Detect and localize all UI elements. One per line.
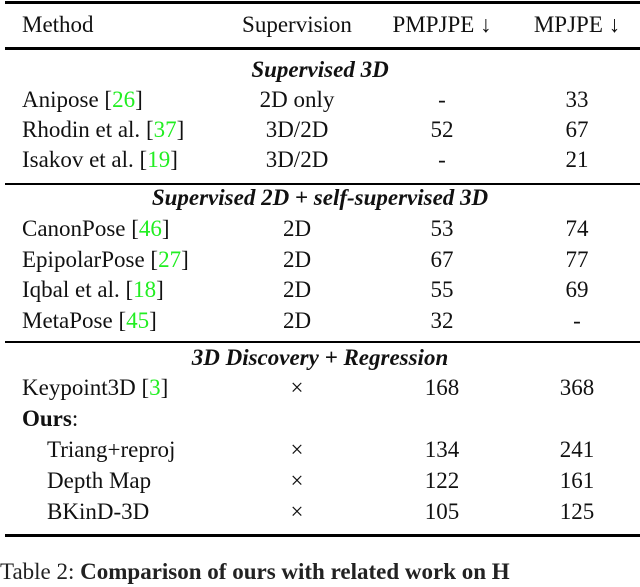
mpjpe-cell: 161	[559, 468, 595, 493]
bottom-rule	[5, 534, 640, 537]
method-cell: Anipose [26]	[22, 87, 143, 112]
header-method: Method	[22, 12, 94, 37]
mpjpe-cell: 69	[565, 277, 589, 302]
citation-link[interactable]: 46	[139, 216, 162, 241]
header-mpjpe: MPJPE ↓	[533, 12, 621, 37]
method-cell: BKinD-3D	[47, 499, 150, 524]
citation-link[interactable]: 19	[147, 147, 170, 172]
supervision-cell: 2D	[282, 216, 312, 241]
pmpjpe-cell: 32	[430, 308, 454, 333]
citation-link[interactable]: 45	[126, 308, 149, 333]
header-rule	[5, 47, 640, 50]
mpjpe-cell: 21	[565, 147, 589, 172]
section-title-supervised-3d: Supervised 3D	[251, 57, 389, 82]
supervision-cell: 2D	[282, 247, 312, 272]
mpjpe-cell: 74	[565, 216, 589, 241]
ours-label-colon: :	[71, 406, 79, 431]
method-cell: MetaPose [45]	[22, 308, 157, 333]
pmpjpe-cell: 168	[424, 375, 460, 400]
citation-link[interactable]: 3	[149, 375, 161, 400]
ours-label-text: Ours	[22, 406, 72, 431]
method-name: Rhodin et al.	[22, 117, 141, 142]
supervision-cell: ×	[290, 437, 304, 462]
citation-link[interactable]: 18	[133, 277, 156, 302]
pmpjpe-cell: 53	[430, 216, 454, 241]
supervision-cell: 2D	[282, 308, 312, 333]
mpjpe-cell: 67	[565, 117, 589, 142]
method-cell: Isakov et al. [19]	[22, 147, 178, 172]
method-cell: EpipolarPose [27]	[22, 247, 189, 272]
method-name: CanonPose	[22, 216, 126, 241]
table-caption: Table 2: Comparison of ours with related…	[0, 557, 510, 587]
header-supervision: Supervision	[242, 12, 352, 37]
section-title-supervised-2d-self-supervised-3d: Supervised 2D + self-supervised 3D	[151, 185, 489, 210]
pmpjpe-cell: 122	[424, 468, 460, 493]
method-cell: Triang+reproj	[47, 437, 176, 462]
pmpjpe-cell: -	[438, 147, 446, 172]
supervision-cell: ×	[290, 375, 304, 400]
method-name: MetaPose	[22, 308, 113, 333]
method-name: EpipolarPose	[22, 247, 145, 272]
pmpjpe-cell: 134	[424, 437, 460, 462]
citation-link[interactable]: 27	[158, 247, 181, 272]
supervision-cell: ×	[290, 468, 304, 493]
mpjpe-cell: 33	[565, 87, 589, 112]
method-name: Keypoint3D	[22, 375, 136, 400]
method-cell: Depth Map	[47, 468, 152, 493]
supervision-cell: 2D	[282, 277, 312, 302]
header-pmpjpe: PMPJPE ↓	[392, 12, 492, 37]
ours-label: Ours:	[22, 404, 78, 434]
citation-link[interactable]: 37	[154, 117, 177, 142]
mpjpe-cell: 77	[565, 247, 589, 272]
pmpjpe-cell: -	[438, 87, 446, 112]
caption-label: Table 2:	[0, 559, 75, 584]
mpjpe-cell: -	[573, 308, 581, 333]
mpjpe-cell: 368	[559, 375, 595, 400]
supervision-cell: 3D/2D	[265, 147, 329, 172]
mpjpe-cell: 241	[559, 437, 595, 462]
method-cell: CanonPose [46]	[22, 216, 170, 241]
method-name: Iqbal et al.	[22, 277, 120, 302]
method-cell: Iqbal et al. [18]	[22, 277, 164, 302]
supervision-cell: ×	[290, 499, 304, 524]
supervision-cell: 2D only	[259, 87, 335, 112]
section-title-3d-discovery-regression: 3D Discovery + Regression	[191, 345, 449, 370]
method-name: Isakov et al.	[22, 147, 134, 172]
top-rule	[5, 1, 640, 4]
pmpjpe-cell: 105	[424, 499, 460, 524]
mpjpe-cell: 125	[559, 499, 595, 524]
method-cell: Keypoint3D [3]	[22, 375, 169, 400]
citation-link[interactable]: 26	[112, 87, 135, 112]
pmpjpe-cell: 67	[430, 247, 454, 272]
pmpjpe-cell: 52	[430, 117, 454, 142]
method-name: Anipose	[22, 87, 99, 112]
pmpjpe-cell: 55	[430, 277, 454, 302]
caption-title: Comparison of ours with related work on …	[80, 559, 510, 584]
method-cell: Rhodin et al. [37]	[22, 117, 185, 142]
supervision-cell: 3D/2D	[265, 117, 329, 142]
